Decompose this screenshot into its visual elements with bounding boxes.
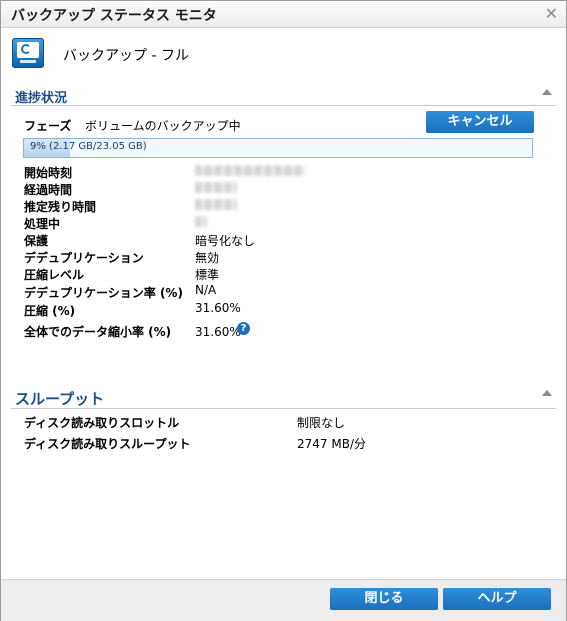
dedup-rate-value: N/A (195, 283, 217, 297)
phase-value: ボリュームのバックアップ中 (85, 119, 241, 133)
total-reduction-value: 31.60% (195, 325, 241, 339)
deduplication-value: 無効 (195, 251, 220, 265)
backup-status-dialog: バックアップ ステータス モニタ ✕ バックアップ - フル 進捗状況 フェーズ… (0, 0, 567, 621)
progress-section-title: 進捗状況 (15, 91, 68, 106)
deduplication-label: デデュプリケーション (24, 251, 144, 265)
help-icon[interactable]: ? (237, 322, 250, 335)
collapse-icon[interactable] (542, 390, 552, 396)
throughput-section-title: スループット (15, 390, 105, 408)
protection-label: 保護 (24, 234, 49, 248)
disk-read-throttle-label: ディスク読み取りスロットル (24, 416, 180, 430)
compression-level-value: 標準 (195, 268, 220, 282)
progress-text: 9% (2.17 GB/23.05 GB) (30, 141, 147, 152)
compression-level-label: 圧縮レベル (24, 268, 85, 282)
window-title: バックアップ ステータス モニタ (11, 8, 217, 24)
progress-section-header: 進捗状況 (11, 85, 556, 106)
dialog-footer: 閉じる ヘルプ (1, 579, 566, 621)
remaining-time-label: 推定残り時間 (24, 200, 97, 214)
start-time-label: 開始時刻 (24, 166, 73, 180)
compression-rate-label: 圧縮 (%) (24, 304, 76, 318)
compression-rate-value: 31.60% (195, 301, 241, 315)
throughput-section-header: スループット (11, 386, 556, 409)
close-button[interactable]: 閉じる (330, 588, 438, 610)
job-title: バックアップ - フル (63, 48, 189, 64)
disk-read-throughput-value: 2747 MB/分 (297, 437, 366, 451)
phase-label: フェーズ (24, 119, 72, 133)
disk-read-throttle-value: 制限なし (297, 416, 346, 430)
collapse-icon[interactable] (542, 89, 552, 95)
start-time-value (195, 165, 305, 179)
processing-value (195, 216, 207, 230)
elapsed-time-value (195, 182, 237, 196)
total-reduction-label: 全体でのデータ縮小率 (%) (24, 325, 172, 339)
close-icon[interactable]: ✕ (545, 4, 558, 23)
title-bar: バックアップ ステータス モニタ ✕ (1, 1, 566, 28)
progress-bar: 9% (2.17 GB/23.05 GB) (23, 138, 533, 158)
protection-value: 暗号化なし (195, 234, 256, 248)
backup-monitor-icon (12, 38, 44, 68)
elapsed-time-label: 経過時間 (24, 183, 73, 197)
processing-label: 処理中 (24, 217, 61, 231)
dedup-rate-label: デデュプリケーション率 (%) (24, 286, 183, 300)
remaining-time-value (195, 199, 237, 213)
cancel-button[interactable]: キャンセル (426, 111, 534, 133)
help-button[interactable]: ヘルプ (443, 588, 551, 610)
disk-read-throughput-label: ディスク読み取りスループット (24, 437, 191, 451)
